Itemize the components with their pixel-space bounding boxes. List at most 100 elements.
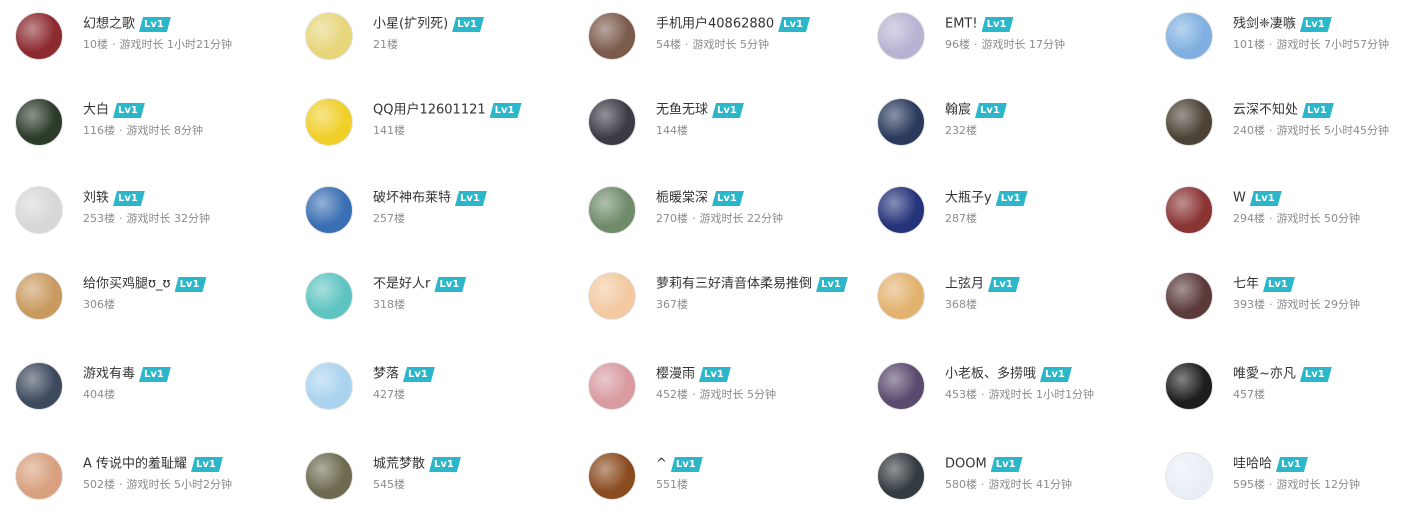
- avatar[interactable]: [15, 12, 63, 60]
- player-name[interactable]: 大白: [83, 103, 109, 118]
- player-card[interactable]: QQ用户12601121 Lv1 141楼: [305, 98, 585, 158]
- avatar[interactable]: [588, 186, 636, 234]
- player-card[interactable]: 梦落 Lv1 427楼: [305, 362, 585, 422]
- avatar[interactable]: [588, 12, 636, 60]
- player-name[interactable]: 哇哈哈: [1233, 457, 1272, 472]
- player-card[interactable]: 破坏神布莱特 Lv1 257楼: [305, 186, 585, 246]
- playtime-label: 游戏时长: [126, 478, 171, 491]
- player-card[interactable]: EMT! Lv1 96楼 · 游戏时长 17分钟: [877, 12, 1157, 72]
- floor-number: 404楼: [83, 388, 115, 401]
- playtime-value: 8分钟: [174, 124, 203, 137]
- player-card[interactable]: W Lv1 294楼 · 游戏时长 50分钟: [1165, 186, 1410, 246]
- avatar[interactable]: [588, 362, 636, 410]
- avatar[interactable]: [1165, 452, 1213, 500]
- avatar[interactable]: [1165, 12, 1213, 60]
- player-card[interactable]: 云深不知处 Lv1 240楼 · 游戏时长 5小时45分钟: [1165, 98, 1410, 158]
- avatar[interactable]: [15, 186, 63, 234]
- player-card[interactable]: 翰宸 Lv1 232楼: [877, 98, 1157, 158]
- avatar[interactable]: [305, 362, 353, 410]
- avatar[interactable]: [588, 272, 636, 320]
- player-card[interactable]: 小星(扩列死) Lv1 21楼: [305, 12, 585, 72]
- player-card[interactable]: 上弦月 Lv1 368楼: [877, 272, 1157, 332]
- avatar[interactable]: [305, 272, 353, 320]
- avatar[interactable]: [877, 362, 925, 410]
- player-name[interactable]: ^: [656, 457, 667, 472]
- player-card[interactable]: ^ Lv1 551楼: [588, 452, 868, 512]
- player-meta: 54楼 · 游戏时长 5分钟: [656, 36, 769, 52]
- player-name[interactable]: 幻想之歌: [83, 17, 135, 32]
- player-name[interactable]: 樱漫雨: [656, 367, 695, 382]
- dot-separator: ·: [119, 124, 123, 137]
- avatar[interactable]: [1165, 362, 1213, 410]
- avatar[interactable]: [15, 362, 63, 410]
- player-card[interactable]: 栀暖棠深 Lv1 270楼 · 游戏时长 22分钟: [588, 186, 868, 246]
- avatar[interactable]: [877, 186, 925, 234]
- player-name[interactable]: 刘轶: [83, 191, 109, 206]
- avatar[interactable]: [588, 98, 636, 146]
- player-card[interactable]: 手机用户40862880 Lv1 54楼 · 游戏时长 5分钟: [588, 12, 868, 72]
- avatar[interactable]: [15, 452, 63, 500]
- playtime-value: 7小时57分钟: [1324, 38, 1389, 51]
- player-card[interactable]: 哇哈哈 Lv1 595楼 · 游戏时长 12分钟: [1165, 452, 1410, 512]
- name-row: EMT! Lv1: [945, 14, 1013, 34]
- avatar[interactable]: [877, 452, 925, 500]
- avatar[interactable]: [877, 272, 925, 320]
- avatar[interactable]: [877, 12, 925, 60]
- player-name[interactable]: DOOM: [945, 457, 987, 472]
- player-name[interactable]: 梦落: [373, 367, 399, 382]
- player-card[interactable]: 给你买鸡腿ʊ_ʊ Lv1 306楼: [15, 272, 295, 332]
- player-card[interactable]: 游戏有毒 Lv1 404楼: [15, 362, 295, 422]
- player-card[interactable]: 樱漫雨 Lv1 452楼 · 游戏时长 5分钟: [588, 362, 868, 422]
- avatar[interactable]: [1165, 98, 1213, 146]
- player-name[interactable]: 翰宸: [945, 103, 971, 118]
- player-name[interactable]: EMT!: [945, 17, 978, 32]
- player-name[interactable]: 大瓶子y: [945, 191, 992, 206]
- player-card[interactable]: 七年 Lv1 393楼 · 游戏时长 29分钟: [1165, 272, 1410, 332]
- player-name[interactable]: 无鱼无球: [656, 103, 708, 118]
- avatar[interactable]: [15, 98, 63, 146]
- player-name[interactable]: 七年: [1233, 277, 1259, 292]
- player-name[interactable]: 手机用户40862880: [656, 17, 774, 32]
- player-card[interactable]: A 传说中的羞耻耀 Lv1 502楼 · 游戏时长 5小时2分钟: [15, 452, 295, 512]
- player-name[interactable]: 小老板、多捞哦: [945, 367, 1036, 382]
- player-name[interactable]: 给你买鸡腿ʊ_ʊ: [83, 277, 171, 292]
- player-card[interactable]: 残剑❈凄嗾 Lv1 101楼 · 游戏时长 7小时57分钟: [1165, 12, 1410, 72]
- player-name[interactable]: 唯愛~亦凡: [1233, 367, 1296, 382]
- player-card[interactable]: 大白 Lv1 116楼 · 游戏时长 8分钟: [15, 98, 295, 158]
- player-name[interactable]: 萝莉有三好清音体柔易推倒: [656, 277, 812, 292]
- avatar[interactable]: [1165, 186, 1213, 234]
- player-card[interactable]: DOOM Lv1 580楼 · 游戏时长 41分钟: [877, 452, 1157, 512]
- player-card[interactable]: 萝莉有三好清音体柔易推倒 Lv1 367楼: [588, 272, 868, 332]
- avatar[interactable]: [15, 272, 63, 320]
- player-card[interactable]: 无鱼无球 Lv1 144楼: [588, 98, 868, 158]
- avatar[interactable]: [305, 98, 353, 146]
- player-card[interactable]: 刘轶 Lv1 253楼 · 游戏时长 32分钟: [15, 186, 295, 246]
- player-name[interactable]: 游戏有毒: [83, 367, 135, 382]
- player-name[interactable]: 破坏神布莱特: [373, 191, 451, 206]
- name-row: 哇哈哈 Lv1: [1233, 454, 1308, 474]
- player-card[interactable]: 不是好人r Lv1 318楼: [305, 272, 585, 332]
- avatar[interactable]: [877, 98, 925, 146]
- avatar[interactable]: [305, 12, 353, 60]
- avatar[interactable]: [1165, 272, 1213, 320]
- player-card[interactable]: 大瓶子y Lv1 287楼: [877, 186, 1157, 246]
- player-name[interactable]: A 传说中的羞耻耀: [83, 457, 187, 472]
- player-name[interactable]: 上弦月: [945, 277, 984, 292]
- floor-number: 595楼: [1233, 478, 1265, 491]
- player-name[interactable]: 云深不知处: [1233, 103, 1298, 118]
- player-name[interactable]: 残剑❈凄嗾: [1233, 17, 1296, 32]
- player-card[interactable]: 幻想之歌 Lv1 10楼 · 游戏时长 1小时21分钟: [15, 12, 295, 72]
- player-name[interactable]: 城荒梦散: [373, 457, 425, 472]
- player-card[interactable]: 小老板、多捞哦 Lv1 453楼 · 游戏时长 1小时1分钟: [877, 362, 1157, 422]
- player-name[interactable]: 栀暖棠深: [656, 191, 708, 206]
- name-row: ^ Lv1: [656, 454, 703, 474]
- avatar[interactable]: [305, 452, 353, 500]
- player-name[interactable]: 不是好人r: [373, 277, 430, 292]
- avatar[interactable]: [588, 452, 636, 500]
- player-name[interactable]: W: [1233, 191, 1246, 206]
- player-name[interactable]: 小星(扩列死): [373, 17, 448, 32]
- player-name[interactable]: QQ用户12601121: [373, 103, 486, 118]
- player-card[interactable]: 城荒梦散 Lv1 545楼: [305, 452, 585, 512]
- player-card[interactable]: 唯愛~亦凡 Lv1 457楼: [1165, 362, 1410, 422]
- avatar[interactable]: [305, 186, 353, 234]
